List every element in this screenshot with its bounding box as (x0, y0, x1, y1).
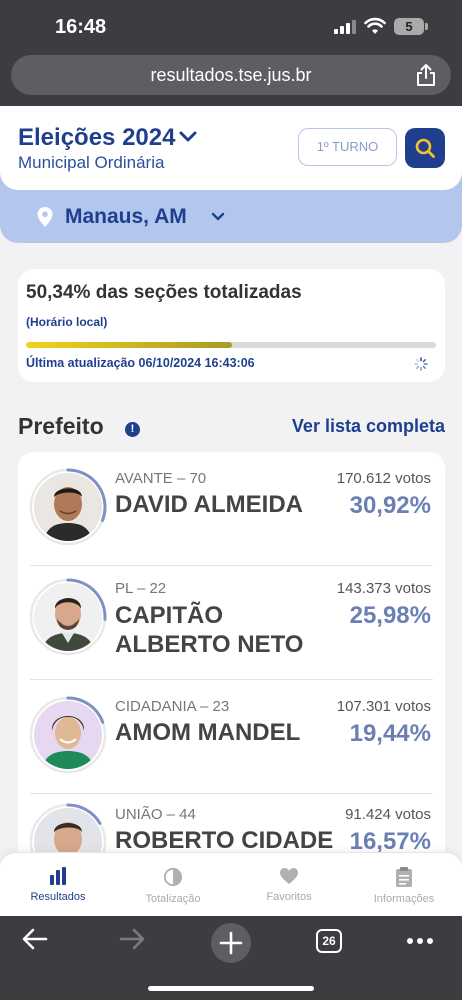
progress-bar-fill (26, 342, 233, 348)
turno-button[interactable]: 1º TURNO (298, 128, 397, 166)
candidate-votes: 107.301 votos (336, 698, 431, 715)
election-title[interactable]: Eleições 2024 (18, 124, 175, 152)
candidate-votes: 170.612 votos (336, 470, 431, 487)
tab-label: Informações (373, 893, 435, 905)
city-name: Manaus, AM (65, 205, 187, 228)
chevron-down-icon[interactable] (178, 130, 198, 144)
battery-tip (425, 23, 428, 30)
plus-icon (219, 931, 243, 955)
candidate-photo (34, 583, 102, 651)
tabs-switcher-button[interactable]: 26 (316, 929, 342, 953)
timezone-note: (Horário local) (26, 315, 108, 329)
url-text: resultados.tse.jus.br (150, 65, 312, 85)
tab-resultados[interactable]: Resultados (3, 867, 113, 903)
bottom-tab-bar: Resultados Totalização Favoritos Informa… (0, 852, 462, 916)
share-icon[interactable] (415, 63, 437, 87)
battery-icon: 5 (394, 18, 424, 35)
progress-title: 50,34% das seções totalizadas (26, 282, 302, 303)
home-indicator (148, 986, 314, 991)
progress-bar (26, 342, 436, 348)
see-full-list-link[interactable]: Ver lista completa (292, 416, 445, 437)
refresh-spinner-icon (414, 357, 428, 371)
tab-label: Resultados (30, 891, 86, 903)
totalization-progress-card: 50,34% das seções totalizadas (Horário l… (18, 269, 445, 382)
candidate-votes: 91.424 votos (345, 806, 431, 823)
forward-arrow-icon[interactable] (119, 927, 145, 951)
candidate-name: DAVID ALMEIDA (115, 491, 303, 518)
browser-top-chrome: 16:48 5 resultados.tse.jus.br (0, 0, 462, 106)
tab-favoritos[interactable]: Favoritos (234, 867, 344, 903)
more-options-icon[interactable] (406, 937, 434, 945)
candidate-percent: 25,98% (349, 602, 431, 629)
clipboard-icon (396, 867, 412, 887)
tab-label: Totalização (145, 893, 201, 905)
candidate-row[interactable]: AVANTE – 70 DAVID ALMEIDA 170.612 votos … (18, 452, 445, 566)
chevron-down-icon (211, 212, 225, 221)
status-time: 16:48 (55, 16, 107, 38)
last-update-text: Última atualização 06/10/2024 16:43:06 (26, 356, 255, 370)
new-tab-button[interactable] (211, 923, 251, 963)
tab-totalizacao[interactable]: Totalização (118, 867, 228, 905)
candidate-row[interactable]: CIDADANIA – 23 AMOM MANDEL 107.301 votos… (18, 680, 445, 794)
search-button[interactable] (405, 128, 445, 168)
candidate-photo (34, 701, 102, 769)
candidate-row[interactable]: PL – 22 CAPITÃO ALBERTO NETO 143.373 vot… (18, 566, 445, 680)
candidates-list: AVANTE – 70 DAVID ALMEIDA 170.612 votos … (18, 452, 445, 882)
tab-informacoes[interactable]: Informações (349, 867, 459, 905)
search-icon (415, 138, 435, 158)
wifi-icon (364, 17, 386, 34)
candidate-percent: 19,44% (349, 720, 431, 747)
candidate-name: ROBERTO CIDADE (115, 827, 334, 854)
candidate-photo (34, 473, 102, 541)
tab-label: Favoritos (266, 891, 312, 903)
browser-bottom-toolbar: 26 (0, 916, 462, 1000)
status-bar: 16:48 5 (0, 0, 462, 54)
election-subtitle: Municipal Ordinária (18, 153, 165, 172)
candidate-party: UNIÃO – 44 (115, 806, 196, 823)
info-icon[interactable]: ! (125, 422, 140, 437)
candidate-name: CAPITÃO ALBERTO NETO (115, 602, 304, 658)
pie-chart-icon (163, 867, 183, 887)
candidate-party: PL – 22 (115, 580, 167, 597)
cellular-signal-icon (334, 20, 356, 34)
back-arrow-icon[interactable] (22, 927, 48, 951)
section-title: Prefeito (18, 413, 104, 439)
candidate-party: CIDADANIA – 23 (115, 698, 230, 715)
bar-chart-icon (50, 867, 66, 885)
heart-icon (280, 868, 298, 884)
candidate-votes: 143.373 votos (336, 580, 431, 597)
location-pin-icon (37, 207, 53, 227)
candidate-name: AMOM MANDEL (115, 719, 301, 746)
app-header: Eleições 2024 Municipal Ordinária 1º TUR… (0, 106, 462, 190)
address-bar[interactable]: resultados.tse.jus.br (11, 55, 451, 95)
candidate-party: AVANTE – 70 (115, 470, 207, 487)
candidate-percent: 30,92% (349, 492, 431, 519)
